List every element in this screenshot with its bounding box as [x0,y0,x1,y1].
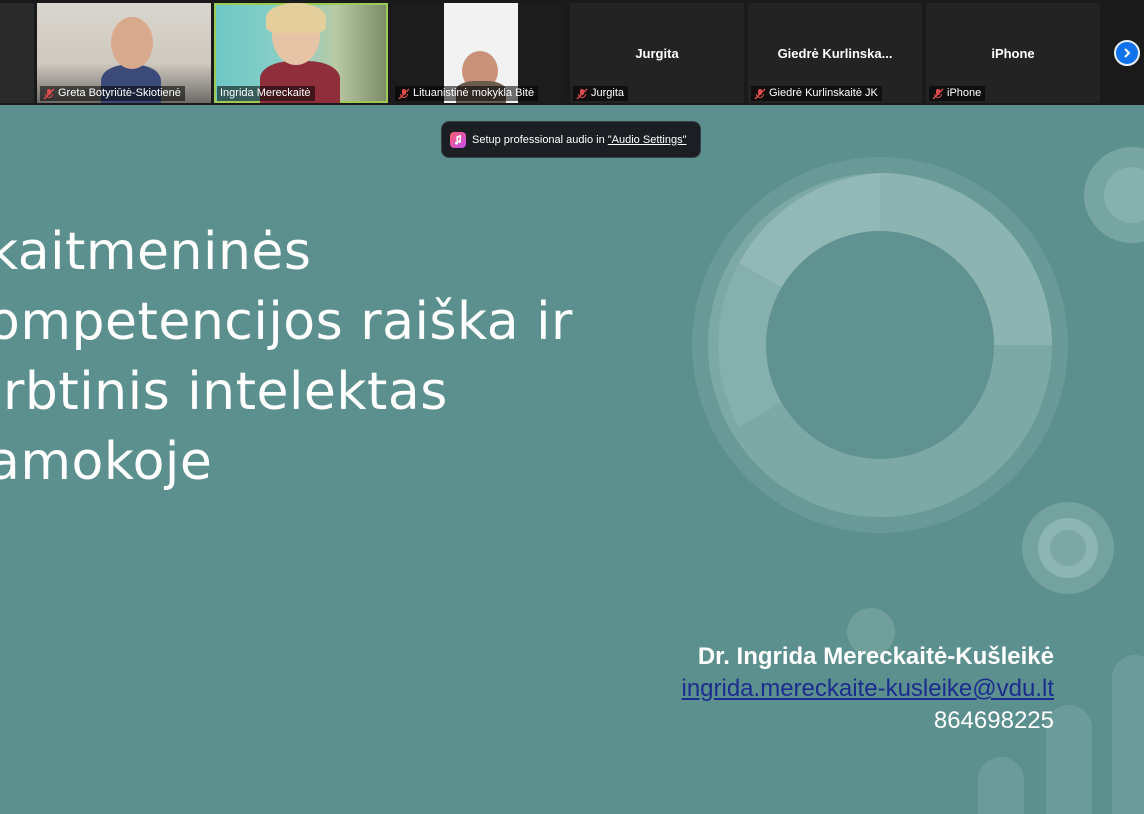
participant-video [266,3,326,33]
participant-tile-active-speaker[interactable]: Ingrida Mereckaitė [214,3,388,103]
participant-tile[interactable]: Jurgita Jurgita [570,3,744,103]
participant-name-tag: Ingrida Mereckaitė [217,86,315,101]
slide-title-line: irbtinis intelektas [0,362,448,422]
participant-name-tag: Greta Botyriūtė-Skiotienė [40,86,185,101]
author-block: Dr. Ingrida Mereckaitė-Kušleikė ingrida.… [681,641,1054,737]
mic-muted-icon [754,88,766,99]
music-note-icon [450,131,466,148]
zoom-meeting-window: Greta Botyriūtė-Skiotienė Ingrida Mereck… [0,0,1144,814]
slide-title: kaitmeninės ompetencijos raiška ir irbti… [0,217,628,497]
participant-center-label: iPhone [991,46,1035,61]
slide-title-line: amokoje [0,432,213,492]
strip-left-edge [0,3,34,103]
participant-name-tag: Jurgita [573,86,629,101]
shared-screen-slide: kaitmeninės ompetencijos raiška ir irbti… [0,105,1144,814]
mic-muted-icon [576,88,588,99]
participant-name-tag: Giedrė Kurlinskaitė JK [751,86,882,101]
participant-center-label: Jurgita [635,46,679,61]
audio-settings-link[interactable]: "Audio Settings" [608,134,687,146]
author-email-link[interactable]: ingrida.mereckaite-kusleike@vdu.lt [681,673,1054,705]
audio-settings-toast[interactable]: Setup professional audio in "Audio Setti… [441,121,701,158]
participant-name-tag: Lituanistinė mokykla Bitė [395,86,539,101]
author-phone: 864698225 [933,707,1054,734]
participant-name: Giedrė Kurlinskaitė JK [769,87,878,99]
toast-text: Setup professional audio in "Audio Setti… [472,134,687,146]
participant-strip: Greta Botyriūtė-Skiotienė Ingrida Mereck… [0,0,1144,105]
slide-title-line: ompetencijos raiška ir [0,292,573,352]
slide-title-line: kaitmeninės [0,222,312,282]
mic-muted-icon [932,88,944,99]
mic-muted-icon [43,88,55,99]
participant-tile[interactable]: iPhone iPhone [926,3,1100,103]
participant-name: Ingrida Mereckaitė [220,87,311,99]
participant-name: Lituanistinė mokykla Bitė [413,87,535,99]
next-page-button[interactable] [1114,40,1140,66]
participant-name: iPhone [947,87,982,99]
participant-tile[interactable]: Giedrė Kurlinska... Giedrė Kurlinskaitė … [748,3,922,103]
participant-tile[interactable]: Lituanistinė mokykla Bitė [392,3,566,103]
toast-message: Setup professional audio in [472,133,608,146]
mic-muted-icon [398,88,410,99]
chevron-right-icon [1124,48,1131,58]
participant-name: Greta Botyriūtė-Skiotienė [58,87,181,99]
participant-center-label: Giedrė Kurlinska... [777,46,893,61]
participant-video [111,17,153,69]
participant-tile[interactable]: Greta Botyriūtė-Skiotienė [37,3,211,103]
author-name: Dr. Ingrida Mereckaitė-Kušleikė [697,643,1054,670]
participant-name-tag: iPhone [929,86,986,101]
participant-name: Jurgita [591,87,625,99]
